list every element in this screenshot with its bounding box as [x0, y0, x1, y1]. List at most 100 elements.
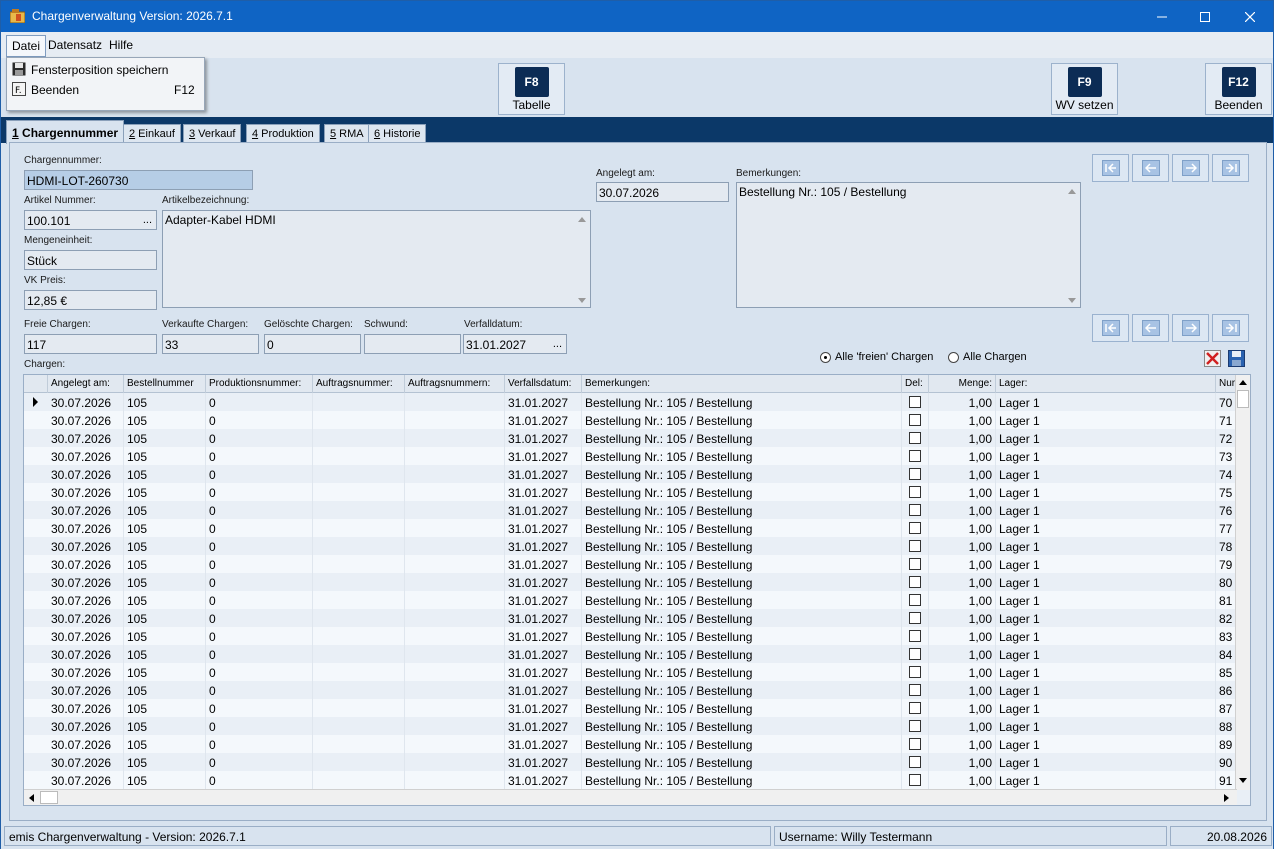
del-cell[interactable] [902, 681, 929, 699]
table-row[interactable]: 30.07.2026 105 0 31.01.2027 Bestellung Nr.: … [24, 645, 1238, 663]
grid-nav-last-button[interactable] [1212, 314, 1249, 342]
nav-first-button[interactable] [1092, 154, 1129, 182]
grid-cell[interactable]: 31.01.2027 [505, 699, 582, 717]
grid-cell[interactable] [313, 501, 405, 519]
grid-cell[interactable] [313, 735, 405, 753]
grid-cell[interactable]: 30.07.2026 [48, 573, 124, 591]
del-checkbox[interactable] [909, 594, 921, 606]
grid-cell[interactable]: 30.07.2026 [48, 753, 124, 771]
table-row[interactable]: 30.07.2026 105 0 31.01.2027 Bestellung Nr.: … [24, 573, 1238, 591]
chargen-grid[interactable]: Angelegt am: Bestellnummer Produktionsnu… [23, 374, 1251, 806]
scroll-right-icon[interactable] [1223, 793, 1231, 803]
col-auftragsnummern[interactable]: Auftragsnummern: [405, 375, 505, 393]
grid-cell[interactable]: 30.07.2026 [48, 681, 124, 699]
grid-cell[interactable]: Lager 1 [996, 771, 1216, 789]
table-row[interactable]: 30.07.2026 105 0 31.01.2027 Bestellung Nr.: … [24, 753, 1238, 771]
grid-cell[interactable]: Bestellung Nr.: 105 / Bestellung [582, 663, 902, 681]
grid-cell[interactable]: 1,00 [929, 429, 996, 447]
grid-cell[interactable] [405, 717, 505, 735]
grid-cell[interactable]: Bestellung Nr.: 105 / Bestellung [582, 447, 902, 465]
grid-cell[interactable]: 105 [124, 501, 206, 519]
del-cell[interactable] [902, 699, 929, 717]
grid-cell[interactable]: 105 [124, 591, 206, 609]
del-cell[interactable] [902, 411, 929, 429]
grid-cell[interactable]: Bestellung Nr.: 105 / Bestellung [582, 609, 902, 627]
grid-cell[interactable]: 1,00 [929, 555, 996, 573]
grid-cell[interactable]: 1,00 [929, 393, 996, 411]
grid-cell[interactable]: 31.01.2027 [505, 771, 582, 789]
grid-cell[interactable]: Bestellung Nr.: 105 / Bestellung [582, 573, 902, 591]
menu-hilfe[interactable]: Hilfe [109, 38, 133, 52]
grid-cell[interactable]: 31.01.2027 [505, 501, 582, 519]
grid-cell[interactable]: 105 [124, 555, 206, 573]
grid-cell[interactable] [405, 447, 505, 465]
grid-cell[interactable]: Bestellung Nr.: 105 / Bestellung [582, 555, 902, 573]
schwund-field[interactable] [364, 334, 461, 354]
grid-cell[interactable]: 0 [206, 627, 313, 645]
grid-cell[interactable]: 30.07.2026 [48, 411, 124, 429]
del-cell[interactable] [902, 771, 929, 789]
grid-cell[interactable]: 1,00 [929, 627, 996, 645]
table-row[interactable]: 30.07.2026 105 0 31.01.2027 Bestellung Nr.: … [24, 663, 1238, 681]
grid-cell[interactable]: 30.07.2026 [48, 429, 124, 447]
grid-cell[interactable]: 0 [206, 447, 313, 465]
table-row[interactable]: 30.07.2026 105 0 31.01.2027 Bestellung Nr.: … [24, 465, 1238, 483]
grid-cell[interactable] [405, 465, 505, 483]
grid-cell[interactable]: 30.07.2026 [48, 501, 124, 519]
tab-rma[interactable]: 5 RMA [324, 124, 370, 143]
grid-cell[interactable]: 30.07.2026 [48, 483, 124, 501]
grid-cell[interactable]: Lager 1 [996, 555, 1216, 573]
grid-cell[interactable]: 31.01.2027 [505, 645, 582, 663]
artikel-lookup-button[interactable]: ... [143, 214, 152, 226]
grid-cell[interactable]: Bestellung Nr.: 105 / Bestellung [582, 735, 902, 753]
grid-horizontal-scrollbar[interactable] [24, 789, 1237, 805]
maximize-button[interactable] [1182, 1, 1228, 32]
del-checkbox[interactable] [909, 450, 921, 462]
grid-cell[interactable] [405, 411, 505, 429]
grid-cell[interactable]: 105 [124, 483, 206, 501]
grid-cell[interactable]: 31.01.2027 [505, 537, 582, 555]
grid-cell[interactable]: 31.01.2027 [505, 735, 582, 753]
table-row[interactable]: 30.07.2026 105 0 31.01.2027 Bestellung Nr.: … [24, 429, 1238, 447]
grid-cell[interactable]: 1,00 [929, 519, 996, 537]
grid-cell[interactable]: Bestellung Nr.: 105 / Bestellung [582, 753, 902, 771]
grid-cell[interactable]: 0 [206, 537, 313, 555]
grid-cell[interactable] [313, 393, 405, 411]
del-checkbox[interactable] [909, 648, 921, 660]
grid-cell[interactable]: 0 [206, 483, 313, 501]
grid-cell[interactable]: 30.07.2026 [48, 771, 124, 789]
verfalldatum-picker-button[interactable]: ... [553, 338, 562, 350]
grid-cell[interactable] [313, 699, 405, 717]
grid-cell[interactable]: 31.01.2027 [505, 609, 582, 627]
grid-cell[interactable]: 1,00 [929, 537, 996, 555]
grid-cell[interactable]: 0 [206, 681, 313, 699]
grid-cell[interactable]: 30.07.2026 [48, 447, 124, 465]
grid-cell[interactable] [313, 519, 405, 537]
title-bar[interactable]: Chargenverwaltung Version: 2026.7.1 [1, 1, 1273, 32]
grid-cell[interactable]: 105 [124, 627, 206, 645]
del-checkbox[interactable] [909, 756, 921, 768]
close-button[interactable] [1227, 1, 1273, 32]
del-checkbox[interactable] [909, 774, 921, 786]
grid-cell[interactable]: 1,00 [929, 591, 996, 609]
table-row[interactable]: 30.07.2026 105 0 31.01.2027 Bestellung Nr.: … [24, 591, 1238, 609]
tabelle-button[interactable]: F8 Tabelle [498, 63, 565, 115]
del-checkbox[interactable] [909, 432, 921, 444]
del-cell[interactable] [902, 393, 929, 411]
grid-cell[interactable]: 1,00 [929, 753, 996, 771]
col-del[interactable]: Del: [902, 375, 929, 393]
grid-cell[interactable]: 30.07.2026 [48, 735, 124, 753]
grid-cell[interactable] [405, 771, 505, 789]
grid-cell[interactable]: 105 [124, 609, 206, 627]
grid-cell[interactable]: 30.07.2026 [48, 627, 124, 645]
del-cell[interactable] [902, 519, 929, 537]
grid-cell[interactable] [405, 753, 505, 771]
grid-cell[interactable]: Bestellung Nr.: 105 / Bestellung [582, 591, 902, 609]
grid-cell[interactable] [405, 573, 505, 591]
grid-cell[interactable]: 0 [206, 609, 313, 627]
grid-cell[interactable]: Bestellung Nr.: 105 / Bestellung [582, 483, 902, 501]
table-row[interactable]: 30.07.2026 105 0 31.01.2027 Bestellung Nr.: … [24, 411, 1238, 429]
grid-cell[interactable]: 105 [124, 771, 206, 789]
table-row[interactable]: 30.07.2026 105 0 31.01.2027 Bestellung Nr.: … [24, 447, 1238, 465]
del-cell[interactable] [902, 627, 929, 645]
